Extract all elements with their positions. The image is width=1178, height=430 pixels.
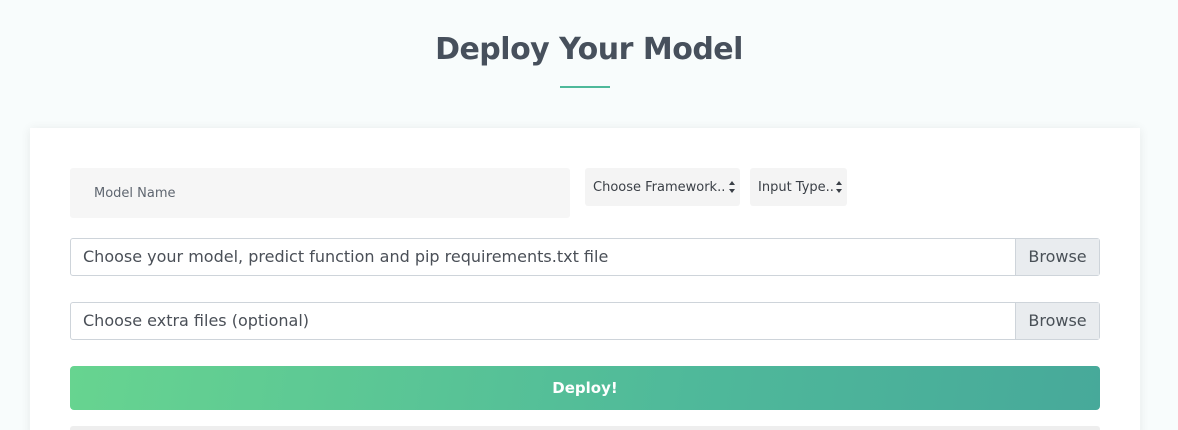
deploy-form-card: Choose Framework... Input Type... Choose… — [30, 128, 1140, 430]
model-files-browse-button[interactable]: Browse — [1015, 239, 1099, 275]
next-section-edge — [70, 426, 1100, 430]
deploy-button[interactable]: Deploy! — [70, 366, 1100, 410]
page: Deploy Your Model Choose Framework... In… — [0, 0, 1178, 430]
extra-files-label: Choose extra files (optional) — [83, 311, 310, 330]
page-title: Deploy Your Model — [435, 32, 743, 67]
input-type-select[interactable]: Input Type... — [750, 168, 847, 206]
model-name-input[interactable] — [70, 168, 570, 218]
input-type-select-value: Input Type... — [758, 179, 834, 195]
up-down-caret-icon — [729, 181, 735, 193]
extra-files-input[interactable]: Choose extra files (optional) Browse — [70, 302, 1100, 340]
model-files-input[interactable]: Choose your model, predict function and … — [70, 238, 1100, 276]
title-underline — [560, 86, 610, 88]
up-down-caret-icon — [836, 181, 842, 193]
framework-select[interactable]: Choose Framework... — [585, 168, 740, 206]
extra-files-browse-button[interactable]: Browse — [1015, 303, 1099, 339]
model-files-label: Choose your model, predict function and … — [83, 247, 609, 266]
framework-select-value: Choose Framework... — [593, 179, 725, 195]
